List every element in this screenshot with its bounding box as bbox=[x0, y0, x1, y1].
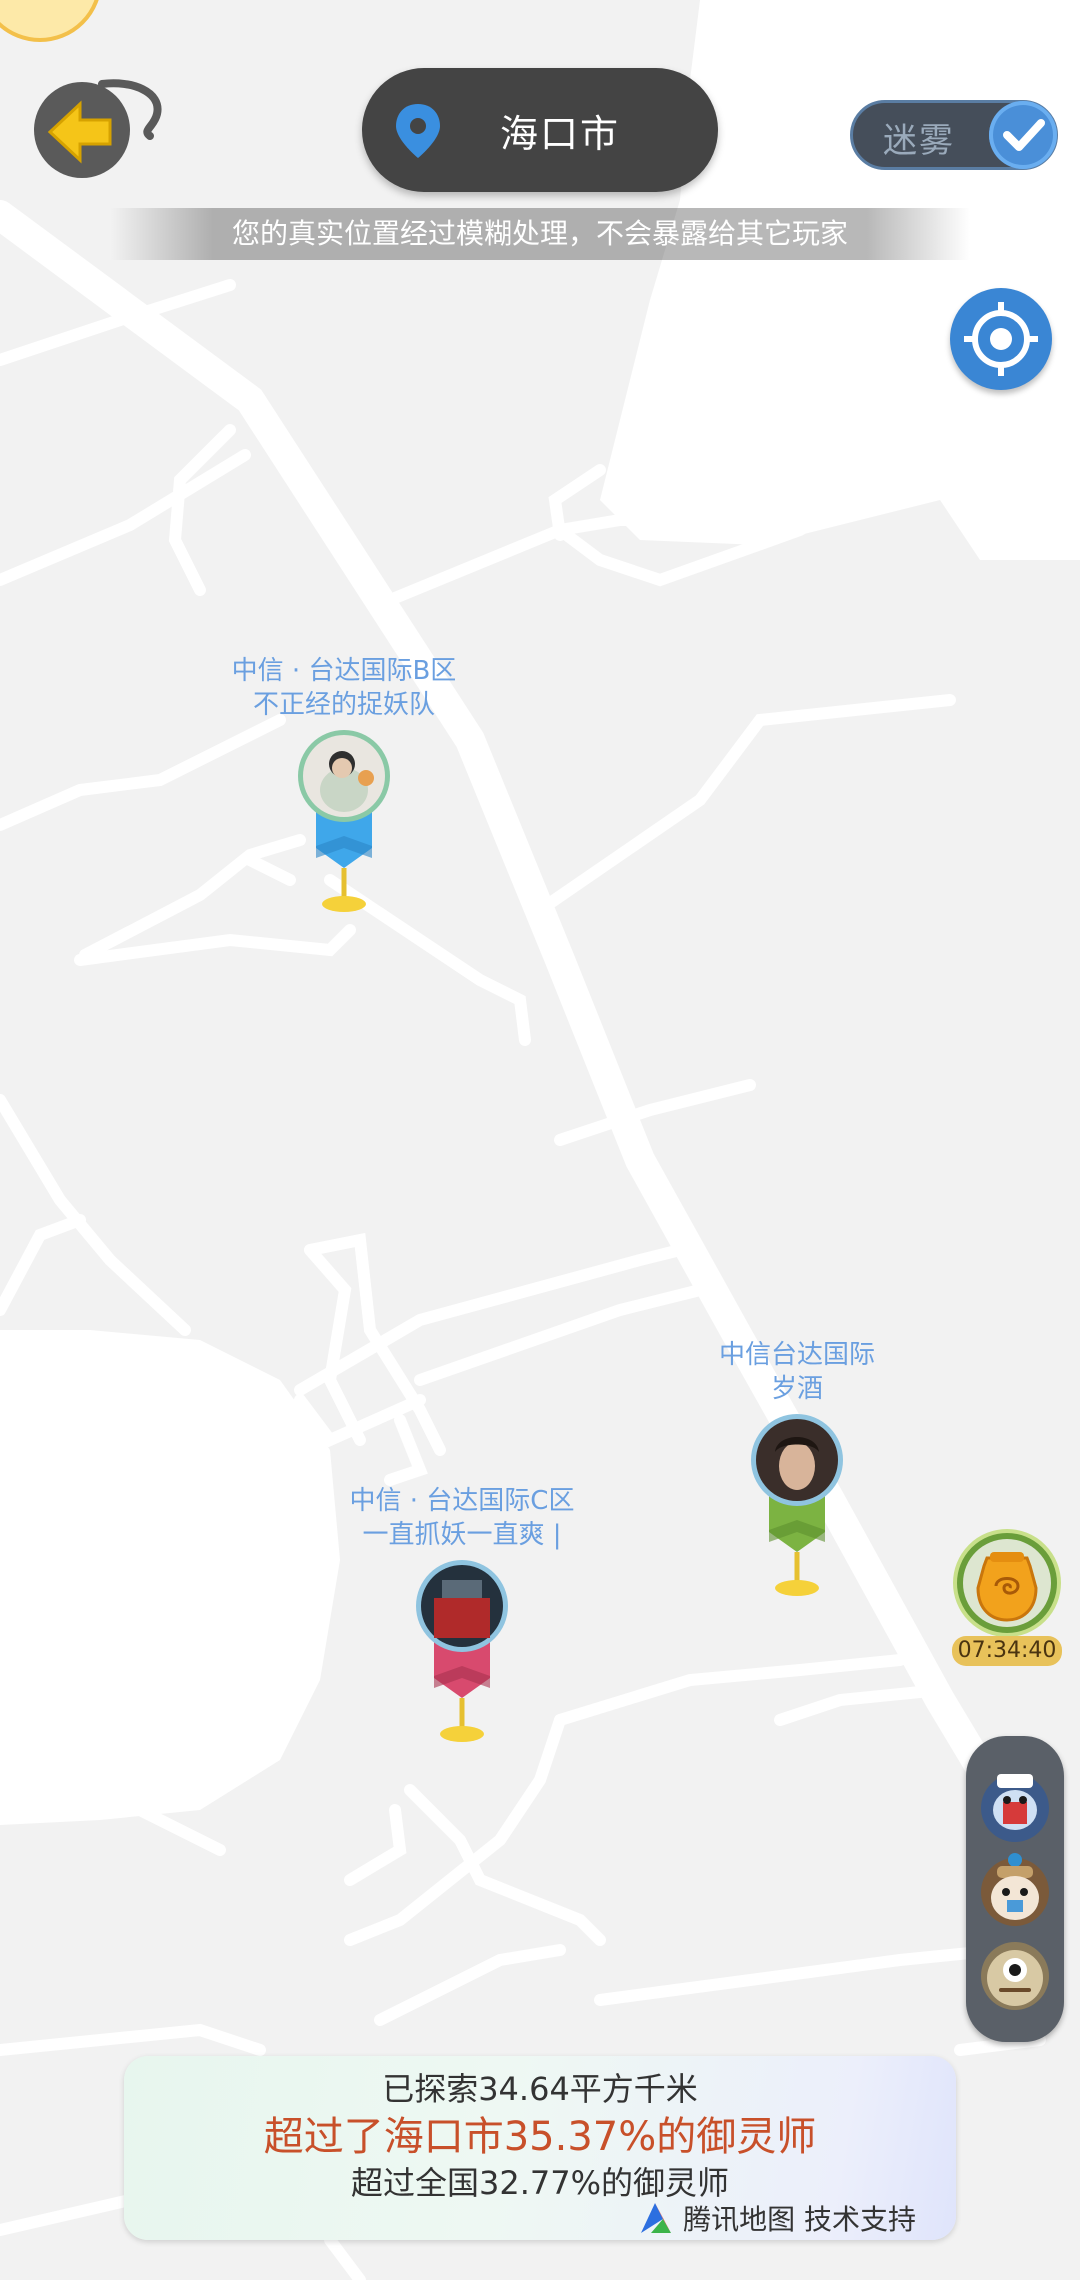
back-button[interactable] bbox=[22, 72, 162, 182]
tencent-map-logo-icon bbox=[641, 2203, 672, 2233]
player-marker[interactable]: 中信台达国际 岁酒 bbox=[677, 1338, 917, 1602]
marker-location: 中信台达国际 bbox=[718, 1340, 875, 1370]
spirit-3-icon bbox=[981, 1942, 1049, 2010]
map-credit: 腾讯地图 技术支持 bbox=[637, 2198, 916, 2238]
marker-location: 中信 · 台达国际B区 bbox=[231, 656, 457, 686]
city-rank: 超过了海口市35.37%的御灵师 bbox=[263, 2114, 817, 2160]
player-avatar-pin bbox=[751, 1414, 843, 1596]
marker-team-name: 岁酒 bbox=[770, 1374, 823, 1404]
timed-event-item[interactable]: 07:34:40 bbox=[952, 1528, 1062, 1668]
checkmark-icon bbox=[989, 101, 1057, 169]
locate-me-button[interactable] bbox=[950, 288, 1052, 390]
back-arrow-icon bbox=[34, 79, 162, 178]
marker-team-name: 一直抓妖一直爽 | bbox=[362, 1520, 562, 1550]
treasure-jar-icon bbox=[953, 1529, 1061, 1637]
spirit-slot-1[interactable] bbox=[975, 1766, 1055, 1846]
fog-label: 迷雾 bbox=[883, 121, 955, 161]
crosshair-icon bbox=[964, 302, 1038, 376]
marker-location: 中信 · 台达国际C区 bbox=[349, 1486, 575, 1516]
marker-team-name: 不正经的捉妖队 bbox=[252, 690, 435, 720]
player-marker[interactable]: 中信 · 台达国际C区 一直抓妖一直爽 | bbox=[342, 1484, 582, 1748]
location-pin-icon bbox=[396, 104, 440, 158]
map-credit-text: 腾讯地图 技术支持 bbox=[683, 2203, 916, 2236]
player-marker[interactable]: 中信 · 台达国际B区 不正经的捉妖队 bbox=[224, 654, 464, 918]
spirit-slot-2[interactable] bbox=[975, 1850, 1055, 1930]
fog-toggle[interactable]: 迷雾 bbox=[850, 100, 1058, 170]
city-name: 海口市 bbox=[499, 111, 620, 156]
spirit-1-icon bbox=[981, 1774, 1049, 1842]
event-countdown: 07:34:40 bbox=[952, 1636, 1062, 1666]
spirit-2-icon bbox=[981, 1853, 1049, 1926]
exploration-stats-card: 已探索34.64平方千米 超过了海口市35.37%的御灵师 超过全国32.77%… bbox=[124, 2056, 956, 2240]
privacy-notice: 您的真实位置经过模糊处理，不会暴露给其它玩家 bbox=[110, 208, 970, 260]
spirit-sidebar bbox=[966, 1736, 1064, 2042]
player-avatar-pin bbox=[416, 1560, 508, 1742]
player-avatar-pin bbox=[298, 730, 390, 912]
map-background[interactable] bbox=[0, 0, 1080, 2280]
spirit-slot-3[interactable] bbox=[975, 1934, 1055, 2014]
city-selector[interactable]: 海口市 bbox=[362, 68, 718, 192]
